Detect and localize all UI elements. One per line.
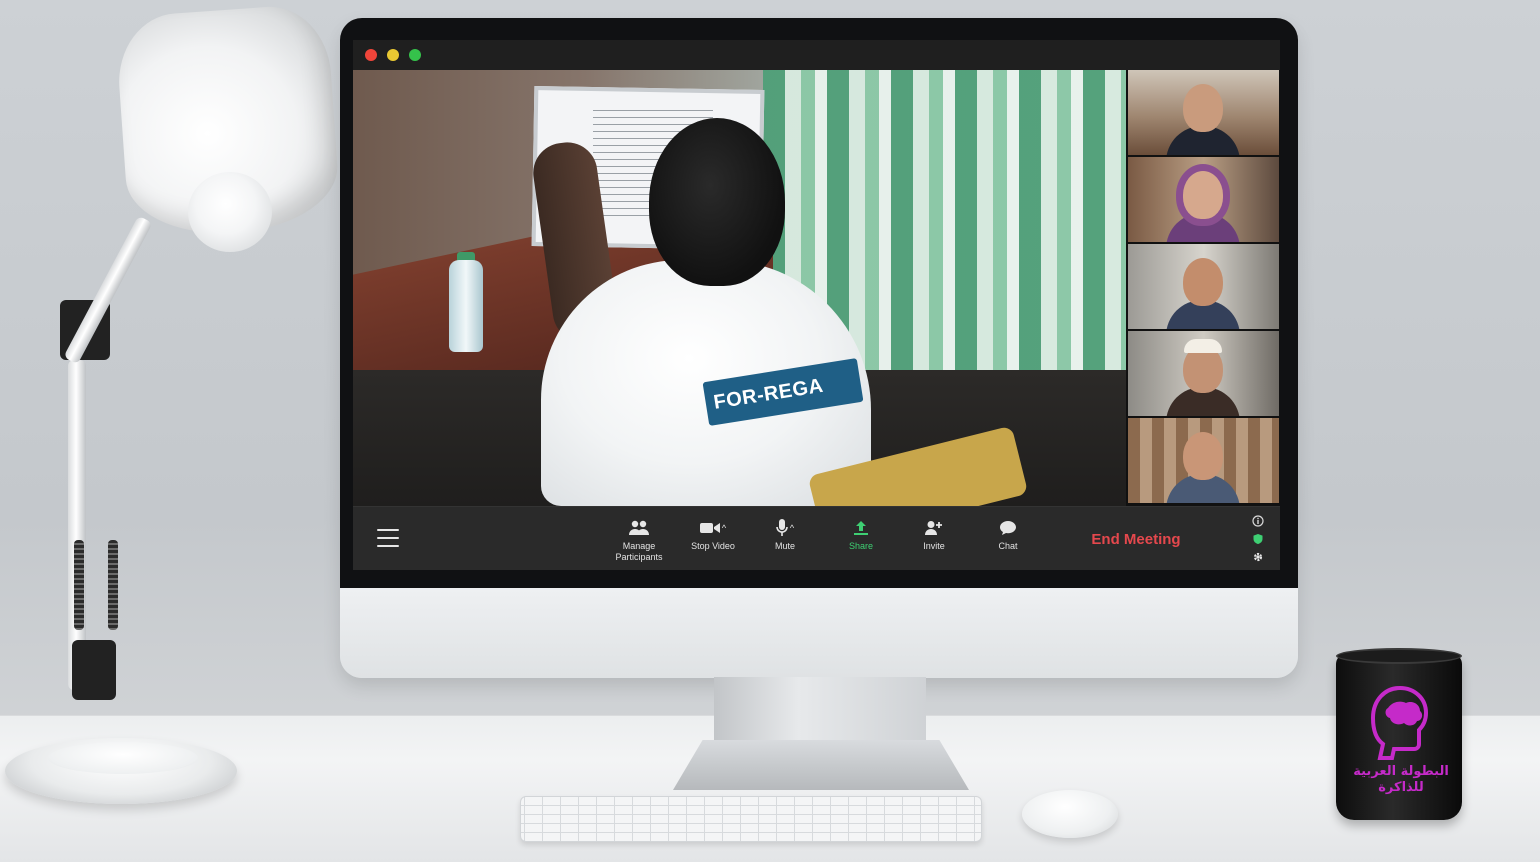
participant-gallery — [1126, 70, 1280, 506]
lamp-base-top — [48, 742, 198, 774]
minimize-window-button[interactable] — [387, 49, 399, 61]
invite-button[interactable]: Invite — [896, 517, 972, 565]
monitor-stand-neck — [714, 677, 926, 743]
participant-tile[interactable] — [1128, 418, 1279, 503]
invite-label: Invite — [923, 541, 945, 551]
participant-tile[interactable] — [1128, 70, 1279, 155]
hamburger-menu-button[interactable] — [377, 529, 399, 547]
video-meeting-window: FOR-REGA Manage Participants ^ Stop Vide… — [353, 40, 1280, 570]
monitor-chin — [340, 588, 1298, 678]
mouse — [1022, 790, 1118, 838]
lamp-spring — [108, 540, 118, 630]
mug-rim — [1336, 648, 1462, 664]
coffee-mug: البطولة العربية للذاكرة — [1336, 648, 1462, 820]
end-meeting-button[interactable]: End Meeting — [1086, 527, 1186, 551]
stop-video-button[interactable]: ^ Stop Video — [675, 517, 751, 565]
chat-label: Chat — [998, 541, 1018, 551]
hamburger-icon — [377, 529, 399, 531]
stop-video-label: Stop Video — [691, 541, 735, 551]
mug-brand-text: البطولة العربية للذاكرة — [1353, 764, 1449, 795]
microphone-icon: ^ — [776, 517, 794, 539]
participant-face — [1183, 84, 1223, 132]
share-up-arrow-icon — [852, 517, 870, 539]
chevron-up-icon[interactable]: ^ — [722, 523, 726, 533]
lamp-spring — [74, 540, 84, 630]
hamburger-icon — [377, 537, 399, 539]
maximize-window-button[interactable] — [409, 49, 421, 61]
manage-participants-button[interactable]: Manage Participants — [601, 517, 677, 565]
manage-participants-label: Manage Participants — [615, 541, 662, 563]
chat-bubble-icon — [999, 517, 1017, 539]
person-head — [649, 118, 785, 286]
participant-face — [1183, 171, 1223, 219]
meeting-status-icons — [1250, 515, 1266, 563]
share-screen-button[interactable]: Share — [823, 517, 899, 565]
water-bottle — [449, 260, 483, 352]
share-label: Share — [848, 541, 874, 551]
info-icon[interactable] — [1252, 515, 1264, 527]
lamp-bulb — [188, 172, 272, 252]
active-speaker-video[interactable]: FOR-REGA — [353, 70, 1126, 506]
title-bar — [353, 40, 1280, 70]
close-window-button[interactable] — [365, 49, 377, 61]
participant-cap — [1184, 339, 1222, 353]
participant-tile[interactable] — [1128, 331, 1279, 416]
meeting-toolbar: Manage Participants ^ Stop Video ^ Mute … — [353, 506, 1280, 570]
video-camera-icon: ^ — [699, 517, 726, 539]
desk-lamp — [0, 0, 342, 810]
manage-participants-text: Manage Participants — [615, 541, 663, 562]
participant-face — [1183, 258, 1223, 306]
participant-face — [1183, 432, 1223, 480]
chevron-up-icon[interactable]: ^ — [790, 523, 794, 533]
keyboard — [520, 796, 982, 842]
shield-icon[interactable] — [1252, 533, 1264, 545]
monitor-stand-foot — [673, 740, 969, 790]
add-user-icon — [925, 517, 943, 539]
brain-head-logo — [1370, 685, 1429, 760]
mute-button[interactable]: ^ Mute — [747, 517, 823, 565]
mute-label: Mute — [774, 541, 795, 551]
participant-tile[interactable] — [1128, 157, 1279, 242]
participant-tile[interactable] — [1128, 244, 1279, 329]
chat-button[interactable]: Chat — [970, 517, 1046, 565]
gear-icon[interactable] — [1252, 551, 1264, 563]
lamp-joint — [72, 640, 116, 700]
hamburger-icon — [377, 545, 399, 547]
participants-icon — [628, 517, 650, 539]
